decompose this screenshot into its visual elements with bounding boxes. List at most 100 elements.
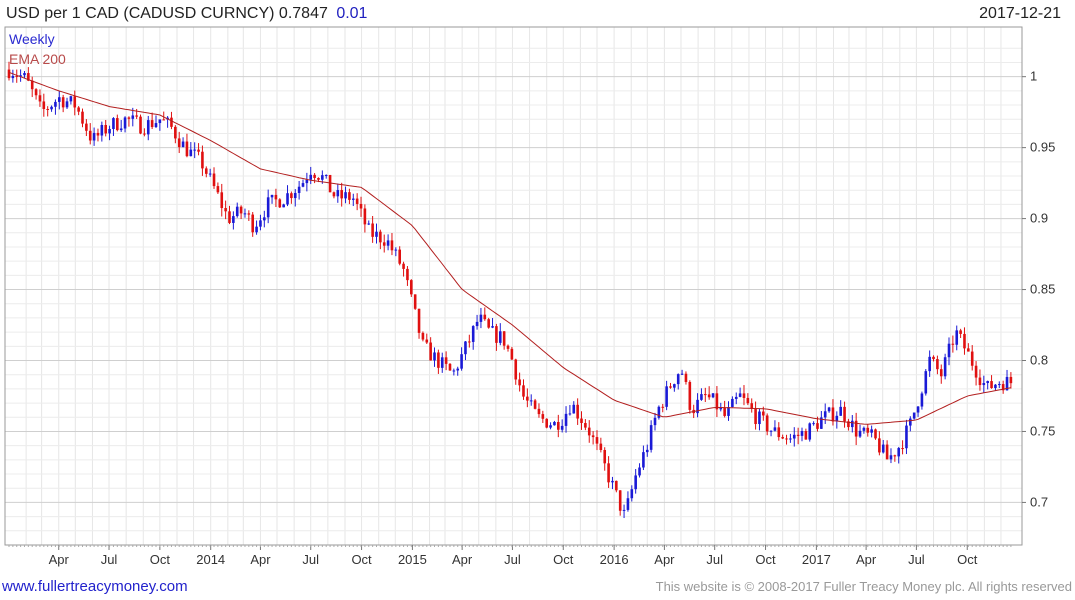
candle-down <box>526 396 529 401</box>
candle-up <box>568 413 572 415</box>
x-tick-label: Oct <box>553 552 574 567</box>
candle-down <box>495 326 498 343</box>
candle-down <box>557 421 560 430</box>
x-tick-label: Apr <box>654 552 675 567</box>
candle-up <box>943 357 947 377</box>
candle-down <box>42 101 46 110</box>
legend-period: Weekly <box>9 31 55 47</box>
candle-up <box>889 455 893 460</box>
candle-up <box>622 509 626 511</box>
candle-up <box>100 125 104 136</box>
candle-up <box>282 204 285 208</box>
x-tick-label: Oct <box>957 552 978 567</box>
candle-down <box>723 407 726 416</box>
candle-up <box>738 393 742 397</box>
candle-down <box>796 434 800 436</box>
candle-up <box>611 480 614 483</box>
candle-up <box>297 186 301 193</box>
candle-down <box>688 381 692 410</box>
candle-up <box>50 106 53 110</box>
candle-down <box>483 314 487 320</box>
candle-up <box>564 413 568 426</box>
candle-down <box>413 294 417 309</box>
candle-down <box>429 342 432 361</box>
candle-down <box>781 437 784 439</box>
candle-up <box>375 231 378 237</box>
candle-down <box>804 431 808 440</box>
y-tick-label: 1 <box>1030 69 1037 84</box>
candle-down <box>580 418 583 424</box>
candle-up <box>301 183 305 187</box>
candle-up <box>812 423 815 425</box>
candle-down <box>379 231 382 243</box>
candle-down <box>437 352 440 368</box>
candle-down <box>684 373 688 382</box>
candle-up <box>65 101 69 108</box>
candle-down <box>332 192 336 197</box>
title-text: USD per 1 CAD (CADUSD CURNCY) 0.7847 <box>6 5 328 22</box>
candle-up <box>181 141 185 148</box>
candle-up <box>850 420 854 428</box>
candle-up <box>994 384 997 389</box>
candle-down <box>885 444 889 460</box>
candle-up <box>208 173 212 175</box>
x-tick-label: Apr <box>452 552 473 567</box>
candle-up <box>638 467 641 476</box>
candle-up <box>479 314 483 322</box>
candle-up <box>131 115 135 119</box>
candle-up <box>452 370 456 372</box>
candle-down <box>355 198 359 204</box>
x-tick-label: Jul <box>706 552 723 567</box>
candle-down <box>174 126 177 139</box>
candle-down <box>77 107 80 112</box>
candle-down <box>444 357 448 364</box>
candle-down <box>46 109 49 111</box>
candle-down <box>514 359 518 380</box>
candle-up <box>928 356 931 372</box>
candle-up <box>263 217 266 221</box>
y-tick-label: 0.95 <box>1030 140 1055 155</box>
candle-down <box>274 194 278 200</box>
candle-up <box>789 438 792 440</box>
candle-down <box>1009 376 1013 384</box>
candle-up <box>259 220 262 227</box>
candle-down <box>139 116 142 134</box>
copyright-text: This website is © 2008-2017 Fuller Treac… <box>655 579 1072 594</box>
candle-down <box>893 455 897 457</box>
candle-down <box>591 435 595 438</box>
candle-up <box>386 240 390 246</box>
candle-up <box>255 226 258 233</box>
candle-down <box>382 242 386 246</box>
candle-up <box>146 120 150 135</box>
candle-down <box>576 404 579 419</box>
candle-down <box>974 365 978 378</box>
candle-down <box>278 199 282 208</box>
candle-up <box>909 418 912 426</box>
x-tick-label: 2017 <box>802 552 831 567</box>
candle-up <box>491 326 494 328</box>
candle-up <box>645 449 649 453</box>
candle-down <box>777 427 781 438</box>
candle-down <box>595 437 599 444</box>
candle-up <box>858 430 862 437</box>
candle-up <box>792 434 796 439</box>
x-tick-label: Oct <box>755 552 776 567</box>
candle-down <box>963 333 966 349</box>
candle-up <box>92 132 96 141</box>
candle-up <box>727 407 730 416</box>
candle-down <box>212 173 216 187</box>
candle-down <box>510 348 514 360</box>
candle-up <box>460 354 463 369</box>
candle-up <box>394 249 398 251</box>
candle-up <box>305 179 309 184</box>
candle-down <box>170 117 173 127</box>
candle-up <box>270 194 274 198</box>
website-link[interactable]: www.fullertreacymoney.com <box>2 578 188 595</box>
candle-down <box>866 427 870 433</box>
candle-down <box>30 80 34 90</box>
candle-down <box>317 177 320 180</box>
candle-down <box>371 223 374 237</box>
candle-up <box>464 341 467 355</box>
candle-down <box>978 377 982 386</box>
candle-down <box>939 369 943 377</box>
